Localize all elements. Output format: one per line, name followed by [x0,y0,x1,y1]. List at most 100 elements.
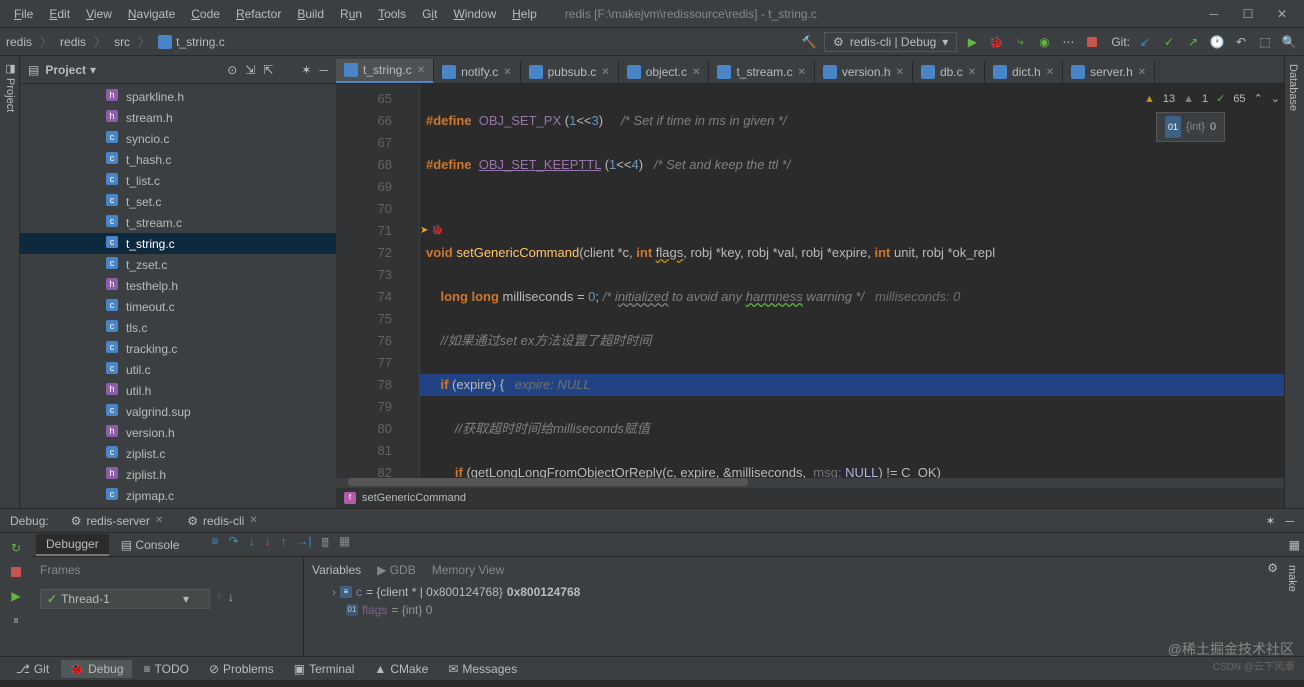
git-push-icon[interactable]: ↗ [1184,33,1202,51]
tree-item[interactable]: syncio.c [20,128,336,149]
close-icon[interactable]: ✕ [968,67,976,78]
collapse-icon[interactable]: ⇱ [263,63,273,77]
tree-item[interactable]: t_zset.c [20,254,336,275]
make-tool-tab[interactable]: make [1284,557,1300,600]
horizontal-scrollbar[interactable] [336,478,1284,488]
chevron-down-icon[interactable]: ▾ [90,63,96,77]
console-tab[interactable]: ▤ Console [111,535,190,555]
close-icon[interactable]: ✕ [249,515,257,526]
step-into-icon[interactable]: ↓ [249,534,255,555]
problems-status-button[interactable]: ⊘Problems [201,660,282,678]
project-tree[interactable]: sparkline.hstream.hsyncio.ct_hash.ct_lis… [20,84,336,508]
attach-button[interactable]: ⋯ [1059,33,1077,51]
stop-icon[interactable] [7,563,25,581]
tree-item[interactable]: tracking.c [20,338,336,359]
project-tool-tab[interactable]: ◨ Project [2,56,19,508]
build-icon[interactable]: 🔨 [800,33,818,51]
memory-view-tab[interactable]: Memory View [432,563,504,577]
force-step-into-icon[interactable]: ↓ [265,534,271,555]
hide-icon[interactable]: ─ [319,63,328,77]
tree-item[interactable]: t_string.c [20,233,336,254]
search-icon[interactable]: ⬚ [1256,33,1274,51]
minimize-icon[interactable]: ─ [1206,6,1222,22]
tree-item[interactable]: tls.c [20,317,336,338]
editor-tab[interactable]: t_stream.c✕ [709,61,814,83]
terminal-status-button[interactable]: ▣Terminal [286,660,363,678]
up-icon[interactable]: ⌃ [1254,88,1263,110]
find-icon[interactable]: 🔍 [1280,33,1298,51]
tree-item[interactable]: stream.h [20,107,336,128]
profile-button[interactable]: ◉ [1035,33,1053,51]
debug-tab-redis-cli[interactable]: ⚙redis-cli✕ [177,512,268,530]
select-open-icon[interactable]: ⊙ [227,63,237,77]
tree-item[interactable]: ziplist.h [20,464,336,485]
crumb-file[interactable]: t_string.c [152,33,231,51]
debug-status-button[interactable]: 🐞Debug [61,660,131,678]
resume-icon[interactable]: ▶ [7,587,25,605]
database-tool-tab[interactable]: Database [1285,56,1301,119]
history-icon[interactable]: 🕐 [1208,33,1226,51]
editor-tab[interactable]: db.c✕ [913,61,985,83]
tree-item[interactable]: timeout.c [20,296,336,317]
run-to-cursor-icon[interactable]: →| [297,534,312,555]
variable-row[interactable]: › ≡ c = {client * | 0x800124768} 0x80012… [312,583,1276,601]
tree-item[interactable]: t_stream.c [20,212,336,233]
editor-breadcrumb[interactable]: f setGenericCommand [336,488,1284,508]
variables-tab[interactable]: Variables [312,563,361,577]
code-editor[interactable]: 6566676869707172737475767778798081828384… [336,84,1284,478]
tree-item[interactable]: ziplist.c [20,443,336,464]
step-out-icon[interactable]: ↑ [281,534,287,555]
menu-navigate[interactable]: Navigate [120,5,183,23]
layout-icon[interactable]: ▦ [339,534,350,555]
evaluate-icon[interactable]: 🖩 [322,534,329,555]
rerun-icon[interactable]: ↻ [7,539,25,557]
editor-tab[interactable]: notify.c✕ [434,61,521,83]
step-over-icon[interactable]: ↷ [228,534,238,555]
close-icon[interactable]: ✕ [503,67,511,78]
settings-icon[interactable]: ✶ [1265,514,1275,528]
debugger-tab[interactable]: Debugger [36,534,109,556]
close-icon[interactable]: ✕ [896,67,904,78]
tree-item[interactable]: sparkline.h [20,86,336,107]
close-icon[interactable]: ✕ [601,67,609,78]
tree-item[interactable]: t_hash.c [20,149,336,170]
debug-tab-redis-server[interactable]: ⚙redis-server✕ [61,512,174,530]
layout-settings-icon[interactable]: ▦ [1289,538,1300,552]
run-button[interactable]: ▶ [963,33,981,51]
close-icon[interactable]: ✕ [1046,67,1054,78]
tree-item[interactable]: util.h [20,380,336,401]
expand-icon[interactable]: › [332,585,336,599]
cmake-status-button[interactable]: ▲CMake [366,660,436,678]
inspection-bar[interactable]: ▲13 ▲1 ✓65 ⌃ ⌄ [1144,88,1280,110]
tree-item[interactable]: version.h [20,422,336,443]
menu-view[interactable]: View [78,5,120,23]
code-content[interactable]: #define OBJ_SET_PX (1<<3) /* Set if time… [420,84,1284,478]
editor-tab[interactable]: version.h✕ [815,61,913,83]
close-icon[interactable]: ✕ [417,65,425,76]
menu-tools[interactable]: Tools [370,5,414,23]
close-icon[interactable]: ✕ [1274,6,1290,22]
close-icon[interactable]: ✕ [797,67,805,78]
down-icon[interactable]: ⌄ [1271,88,1280,110]
menu-build[interactable]: Build [289,5,332,23]
tree-item[interactable]: zipmap.h [20,506,336,508]
editor-tab[interactable]: pubsub.c✕ [521,61,619,83]
show-exec-icon[interactable]: ≡ [211,534,218,555]
git-update-icon[interactable]: ↙ [1136,33,1154,51]
menu-edit[interactable]: Edit [41,5,78,23]
hide-icon[interactable]: ─ [1285,514,1294,528]
maximize-icon[interactable]: ☐ [1240,6,1256,22]
pause-icon[interactable]: ⏸ [7,611,25,629]
editor-tab[interactable]: object.c✕ [619,61,710,83]
crumb-2[interactable]: src [108,33,136,51]
crumb-1[interactable]: redis [54,33,92,51]
tree-item[interactable]: zipmap.c [20,485,336,506]
menu-window[interactable]: Window [445,5,504,23]
tree-item[interactable]: t_set.c [20,191,336,212]
gdb-tab[interactable]: ▶ GDB [377,563,416,577]
stop-button[interactable] [1083,33,1101,51]
editor-tab[interactable]: dict.h✕ [985,61,1063,83]
editor-tab[interactable]: server.h✕ [1063,61,1155,83]
settings-icon[interactable]: ✶ [301,63,311,77]
editor-tab[interactable]: t_string.c✕ [336,59,434,83]
